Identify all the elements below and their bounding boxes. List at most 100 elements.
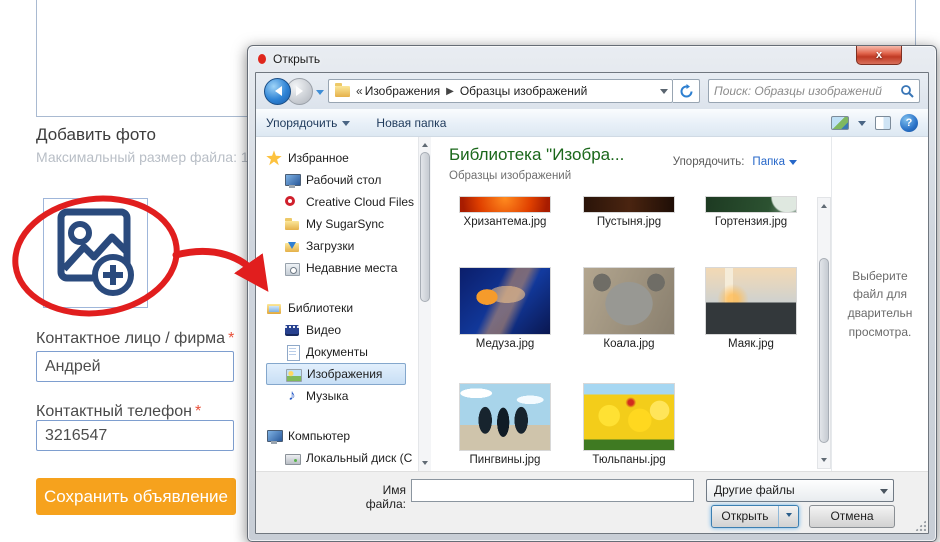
- search-input[interactable]: [714, 84, 900, 98]
- sidebar-item-video[interactable]: Видео: [266, 319, 418, 341]
- scroll-down-icon[interactable]: [419, 458, 431, 471]
- views-icon[interactable]: [831, 116, 849, 130]
- breadcrumb-sample-pictures[interactable]: Образцы изображений: [460, 84, 587, 98]
- file-item[interactable]: Пингвины.jpg: [450, 383, 560, 466]
- folder-icon: [335, 86, 350, 97]
- contact-name-label: Контактное лицо / фирма*: [36, 330, 234, 348]
- file-item[interactable]: Тюльпаны.jpg: [574, 383, 684, 466]
- organize-menu[interactable]: Упорядочить: [266, 116, 350, 130]
- cancel-button[interactable]: Отмена: [809, 505, 895, 528]
- help-icon[interactable]: ?: [900, 114, 918, 132]
- sidebar-item-creative-cloud[interactable]: Creative Cloud Files: [266, 191, 418, 213]
- file-item[interactable]: Гортензия.jpg: [696, 196, 806, 228]
- arrange-control: Упорядочить: Папка: [673, 155, 797, 169]
- dialog-client-area: « Изображения ▶ Образцы изображений: [255, 72, 929, 534]
- open-split-dropdown[interactable]: [778, 506, 798, 527]
- sidebar-group-favorites[interactable]: Избранное: [266, 147, 418, 169]
- sidebar-group-libraries[interactable]: Библиотеки: [266, 297, 418, 319]
- photo-upload-dropzone[interactable]: [43, 198, 148, 308]
- forward-arrow-icon: [296, 86, 308, 96]
- arrange-by-folder-dropdown[interactable]: Папка: [752, 156, 785, 168]
- computer-icon: [266, 428, 282, 444]
- scrollbar-thumb[interactable]: [420, 152, 430, 302]
- thumbnail-penguins[interactable]: [459, 383, 551, 451]
- history-dropdown-icon[interactable]: [316, 90, 324, 99]
- address-bar[interactable]: « Изображения ▶ Образцы изображений: [328, 79, 673, 103]
- chevron-down-icon[interactable]: [789, 160, 797, 169]
- sidebar-group-computer[interactable]: Компьютер: [266, 425, 418, 447]
- preview-pane: Выберите файл для дварительн просмотра.: [831, 137, 928, 471]
- breadcrumb-separator-icon[interactable]: ▶: [446, 86, 454, 97]
- thumbnail-tulips[interactable]: [583, 383, 675, 451]
- dialog-footer: Имя файла: Другие файлы Открыть Отмена: [256, 471, 928, 533]
- search-box[interactable]: [708, 79, 920, 103]
- file-item[interactable]: Маяк.jpg: [696, 267, 806, 350]
- library-subtitle: Образцы изображений: [449, 170, 571, 182]
- contact-phone-input[interactable]: [36, 420, 234, 451]
- filename-label: Имя файла:: [344, 483, 406, 511]
- sidebar-scrollbar[interactable]: [418, 137, 431, 471]
- breadcrumb-pictures[interactable]: Изображения: [365, 84, 440, 98]
- filename-input[interactable]: [411, 479, 694, 502]
- contact-name-input[interactable]: [36, 351, 234, 382]
- scroll-up-icon[interactable]: [419, 137, 431, 150]
- hard-disk-icon: [284, 450, 300, 466]
- recent-places-icon: [284, 260, 300, 276]
- thumbnail-desert[interactable]: [583, 196, 675, 213]
- star-icon: [266, 150, 282, 166]
- sidebar-item-music[interactable]: ♪ Музыка: [266, 385, 418, 407]
- required-asterisk: *: [228, 330, 234, 347]
- search-icon[interactable]: [900, 84, 914, 98]
- sidebar-item-downloads[interactable]: Загрузки: [266, 235, 418, 257]
- sidebar-item-desktop[interactable]: Рабочий стол: [266, 169, 418, 191]
- file-list-scrollbar[interactable]: [817, 197, 831, 469]
- resize-grip[interactable]: [915, 520, 926, 531]
- file-item[interactable]: Медуза.jpg: [450, 267, 560, 350]
- preview-pane-icon[interactable]: [875, 116, 891, 130]
- file-list-area: Библиотека "Изобра... Образцы изображени…: [431, 137, 831, 471]
- downloads-folder-icon: [284, 238, 300, 254]
- music-note-icon: ♪: [284, 388, 300, 404]
- sidebar-item-recent-places[interactable]: Недавние места: [266, 257, 418, 279]
- thumbnail-koala[interactable]: [583, 267, 675, 335]
- sidebar-item-documents[interactable]: Документы: [266, 341, 418, 363]
- open-button[interactable]: Открыть: [711, 505, 799, 528]
- close-button[interactable]: x: [856, 46, 902, 65]
- navigation-sidebar: Избранное Рабочий стол Creative Cloud Fi…: [256, 137, 418, 471]
- refresh-icon: [679, 84, 694, 99]
- navigation-bar: « Изображения ▶ Образцы изображений: [256, 73, 928, 109]
- sidebar-item-pictures[interactable]: Изображения: [266, 363, 406, 385]
- back-arrow-icon: [270, 86, 282, 96]
- folder-icon: [284, 216, 300, 232]
- new-folder-button[interactable]: Новая папка: [376, 116, 446, 130]
- views-dropdown-icon[interactable]: [858, 121, 866, 130]
- address-dropdown-icon[interactable]: [660, 89, 668, 98]
- open-file-dialog: Открыть x « Изображения ▶ Образцы изобра…: [247, 45, 937, 542]
- thumbnail-chrysanthemum[interactable]: [459, 196, 551, 213]
- thumbnail-lighthouse[interactable]: [705, 267, 797, 335]
- dialog-body: Избранное Рабочий стол Creative Cloud Fi…: [256, 137, 928, 471]
- filetype-dropdown[interactable]: Другие файлы: [706, 479, 894, 502]
- sidebar-item-local-disk-c[interactable]: Локальный диск (C: [266, 447, 418, 469]
- thumbnail-hydrangea[interactable]: [705, 196, 797, 213]
- scroll-up-icon[interactable]: [818, 198, 830, 211]
- file-item[interactable]: Коала.jpg: [574, 267, 684, 350]
- scroll-down-icon[interactable]: [818, 455, 830, 468]
- file-item[interactable]: Хризантема.jpg: [450, 196, 560, 228]
- add-image-icon: [56, 207, 138, 301]
- desktop-icon: [284, 172, 300, 188]
- pictures-icon: [285, 366, 301, 382]
- file-item[interactable]: Пустыня.jpg: [574, 196, 684, 228]
- dialog-titlebar[interactable]: Открыть: [248, 46, 936, 72]
- back-button[interactable]: [264, 78, 291, 105]
- scrollbar-thumb[interactable]: [819, 258, 829, 443]
- save-ad-button[interactable]: Сохранить объявление: [36, 478, 236, 515]
- breadcrumb-prefix[interactable]: «: [356, 84, 363, 98]
- red-arrow-annotation: [176, 251, 258, 277]
- document-icon: [284, 344, 300, 360]
- sidebar-item-sugarsync[interactable]: My SugarSync: [266, 213, 418, 235]
- arrange-label: Упорядочить:: [673, 156, 745, 168]
- opera-icon: [258, 54, 266, 64]
- thumbnail-jellyfish[interactable]: [459, 267, 551, 335]
- refresh-button[interactable]: [673, 79, 700, 103]
